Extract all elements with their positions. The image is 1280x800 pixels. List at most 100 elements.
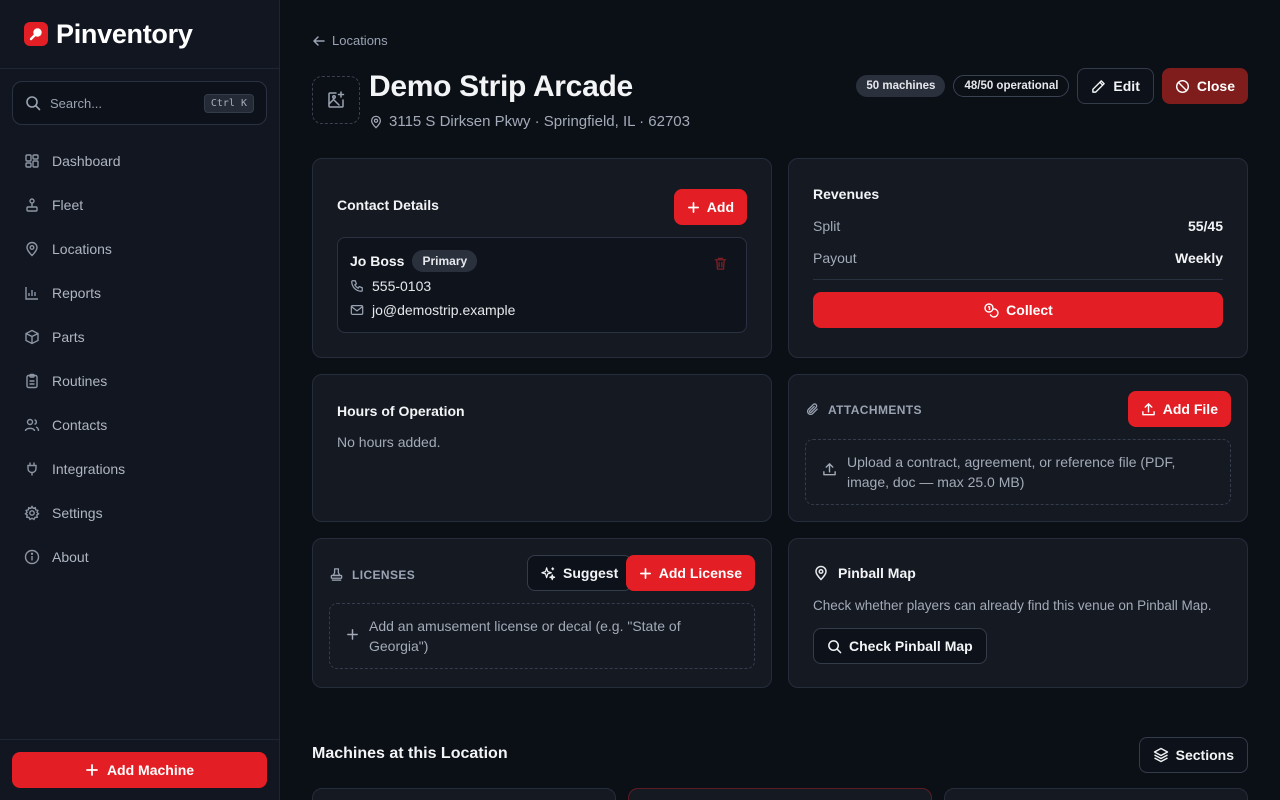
breadcrumb[interactable]: Locations	[312, 33, 388, 48]
sidebar-nav: Dashboard Fleet Locations Reports Parts …	[12, 139, 267, 579]
users-icon	[24, 417, 40, 433]
license-hint: Add an amusement license or decal (e.g. …	[369, 618, 681, 654]
sections-button[interactable]: Sections	[1138, 737, 1248, 773]
licenses-title: LICENSES	[352, 567, 416, 582]
attachments-card: ATTACHMENTS Add File Upload a contract, …	[788, 374, 1248, 522]
sidebar-item-label: Dashboard	[52, 153, 121, 169]
sidebar-item-label: Routines	[52, 373, 108, 389]
suggest-button[interactable]: Suggest	[527, 555, 633, 591]
sidebar-item-settings[interactable]: Settings	[12, 491, 267, 535]
sidebar-item-locations[interactable]: Locations	[12, 227, 267, 271]
contact-email[interactable]: jo@demostrip.example	[372, 302, 515, 318]
sidebar-item-label: Reports	[52, 285, 102, 301]
address-text: 3115 S Dirksen Pkwy · Springfield, IL · …	[389, 113, 690, 130]
sidebar-item-label: Integrations	[52, 461, 126, 477]
machine-card[interactable]	[628, 788, 932, 800]
edit-button[interactable]: Edit	[1077, 68, 1154, 104]
close-location-button[interactable]: Close	[1161, 68, 1248, 104]
paperclip-icon	[805, 402, 820, 417]
contact-phone[interactable]: 555-0103	[372, 278, 431, 294]
add-license-button[interactable]: Add License	[625, 555, 755, 591]
payout-label: Payout	[813, 250, 857, 266]
sidebar-item-label: Contacts	[52, 417, 108, 433]
layers-icon	[1153, 747, 1169, 763]
trash-icon[interactable]	[713, 256, 728, 271]
pencil-icon	[1091, 79, 1106, 94]
main-content: Locations Demo Strip Arcade 3115 S Dirks…	[280, 0, 1280, 800]
header-actions: 50 machines 48/50 operational Edit Close	[856, 68, 1248, 104]
fleet-icon	[24, 197, 40, 213]
sidebar-divider	[0, 739, 279, 740]
primary-badge: Primary	[412, 250, 478, 272]
add-contact-label: Add	[706, 199, 734, 215]
hours-title: Hours of Operation	[337, 403, 465, 419]
edit-label: Edit	[1113, 78, 1140, 94]
upload-dropzone[interactable]: Upload a contract, agreement, or referen…	[805, 439, 1231, 505]
clipboard-icon	[24, 373, 40, 389]
mail-icon	[350, 303, 364, 317]
contact-email-row: jo@demostrip.example	[350, 302, 515, 318]
stamp-icon	[329, 567, 344, 582]
chart-icon	[24, 285, 40, 301]
sidebar-item-integrations[interactable]: Integrations	[12, 447, 267, 491]
revenues-title: Revenues	[813, 186, 880, 202]
sidebar-item-parts[interactable]: Parts	[12, 315, 267, 359]
page-title: Demo Strip Arcade	[369, 70, 633, 103]
info-icon	[24, 549, 40, 565]
sidebar-item-dashboard[interactable]: Dashboard	[12, 139, 267, 183]
pinball-map-card: Pinball Map Check whether players can al…	[788, 538, 1248, 688]
hours-empty-text: No hours added.	[337, 434, 441, 450]
sidebar-item-label: Fleet	[52, 197, 84, 213]
split-value: 55/45	[1187, 218, 1223, 234]
add-machine-label: Add Machine	[106, 762, 195, 778]
add-license-dropzone[interactable]: Add an amusement license or decal (e.g. …	[329, 603, 755, 669]
contact-entry: Jo Boss Primary 555-0103 jo@demostrip.ex…	[337, 237, 747, 333]
sidebar-item-routines[interactable]: Routines	[12, 359, 267, 403]
sidebar-item-reports[interactable]: Reports	[12, 271, 267, 315]
split-label: Split	[813, 218, 841, 234]
sections-label: Sections	[1175, 747, 1234, 763]
revenues-divider	[813, 279, 1223, 280]
plus-icon	[346, 628, 359, 641]
collect-button[interactable]: Collect	[813, 292, 1223, 328]
dashboard-icon	[24, 153, 40, 169]
breadcrumb-label: Locations	[332, 33, 388, 48]
sidebar-divider	[0, 68, 279, 69]
search-icon	[827, 639, 842, 654]
search-shortcut: Ctrl K	[203, 93, 254, 113]
brand-logo-icon	[24, 22, 48, 46]
contact-phone-row: 555-0103	[350, 278, 431, 294]
sidebar-item-contacts[interactable]: Contacts	[12, 403, 267, 447]
brand[interactable]: Pinventory	[24, 18, 193, 50]
add-contact-button[interactable]: Add	[673, 189, 747, 225]
hours-card: Hours of Operation No hours added.	[312, 374, 772, 522]
sidebar: Pinventory Search... Ctrl K Dashboard Fl…	[0, 0, 280, 800]
app-root: Pinventory Search... Ctrl K Dashboard Fl…	[0, 0, 1280, 800]
machine-card[interactable]	[944, 788, 1248, 800]
phone-icon	[350, 279, 364, 293]
attachments-header: ATTACHMENTS	[805, 402, 922, 417]
sidebar-item-label: Locations	[52, 241, 112, 257]
suggest-label: Suggest	[563, 565, 619, 581]
add-machine-button[interactable]: Add Machine	[12, 752, 267, 788]
add-file-button[interactable]: Add File	[1127, 391, 1231, 427]
search-input[interactable]: Search... Ctrl K	[12, 81, 267, 125]
map-pin-icon	[24, 241, 40, 257]
upload-icon	[1141, 402, 1156, 417]
attachments-title: ATTACHMENTS	[828, 402, 922, 417]
machine-card[interactable]	[312, 788, 616, 800]
sidebar-item-about[interactable]: About	[12, 535, 267, 579]
location-image-upload[interactable]	[312, 76, 360, 124]
sidebar-item-fleet[interactable]: Fleet	[12, 183, 267, 227]
collect-label: Collect	[1006, 302, 1053, 318]
ban-icon	[1175, 79, 1190, 94]
image-add-icon	[326, 90, 346, 110]
coins-icon	[983, 302, 999, 318]
machines-section-title: Machines at this Location	[312, 745, 508, 762]
map-pin-icon	[813, 565, 829, 581]
plus-icon	[687, 201, 700, 214]
check-pinball-map-label: Check Pinball Map	[849, 638, 973, 654]
licenses-card: LICENSES Suggest Add License Add an amus…	[312, 538, 772, 688]
box-icon	[24, 329, 40, 345]
check-pinball-map-button[interactable]: Check Pinball Map	[813, 628, 987, 664]
